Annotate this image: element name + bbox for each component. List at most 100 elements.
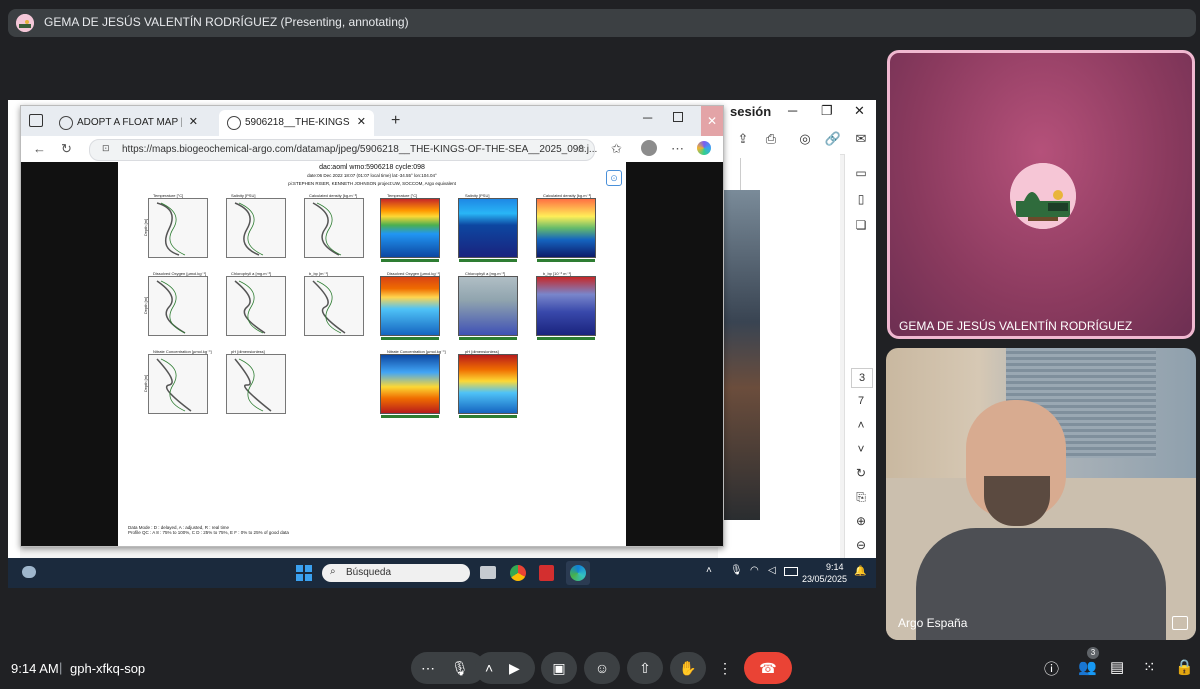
maximize-icon[interactable] — [673, 112, 683, 122]
mic-control[interactable]: ⋯ 🎙 — [411, 652, 485, 684]
zoom-in-icon[interactable]: ⊕ — [851, 512, 871, 530]
task-view-icon[interactable] — [480, 566, 496, 579]
end-call-button[interactable]: ☎ — [744, 652, 792, 684]
close-window-icon[interactable]: ✕ — [701, 106, 723, 136]
raise-hand-button[interactable]: ✋ — [670, 652, 706, 684]
close-tab-icon[interactable]: ✕ — [357, 115, 366, 128]
chrome-icon[interactable] — [510, 565, 526, 581]
profile-panel: Temperature [°C] Depth [m] — [143, 193, 208, 258]
wifi-icon[interactable]: ◠ — [750, 565, 759, 576]
profile-panel: Nitrate Concentration [µmol.kg⁻¹] Depth [… — [143, 349, 212, 414]
presenter-bar: GEMA DE JESÚS VALENTÍN RODRÍGUEZ (Presen… — [8, 9, 1196, 37]
link-icon[interactable]: 🔗 — [824, 130, 842, 148]
star-icon[interactable]: ☆ — [576, 142, 586, 155]
camera-control[interactable]: ˄ ▶ — [475, 652, 535, 684]
back-icon[interactable]: ← — [33, 141, 46, 156]
tab-adopt-a-float[interactable]: ADOPT A FLOAT MAP | Global ma ✕ — [51, 110, 206, 136]
zoom-out-icon[interactable]: ⊖ — [851, 536, 871, 554]
profile-title: b_bp [m⁻¹] — [309, 271, 329, 276]
mail-icon[interactable]: ✉ — [852, 130, 870, 148]
host-controls-icon[interactable]: 🔒 — [1175, 658, 1194, 676]
page-current[interactable]: 3 — [851, 368, 873, 388]
more-options-button[interactable]: ⋮ — [713, 652, 737, 684]
chevron-up-icon[interactable]: ˄ — [851, 416, 871, 434]
section-panel: Nitrate Concentration [µmol.kg⁻¹] — [380, 349, 446, 418]
restore-icon[interactable]: ❐ — [821, 103, 833, 119]
profile-panel: Calculated density [kg.m⁻³] — [304, 193, 364, 258]
chat-icon[interactable]: ▤ — [1110, 658, 1124, 676]
participant-tile-gema[interactable]: GEMA DE JESÚS VALENTÍN RODRÍGUEZ — [887, 50, 1195, 339]
reactions-button[interactable]: ☺ — [584, 652, 620, 684]
section-title: Salinity [PSU] — [465, 193, 490, 198]
windows-taskbar: ⌕ Búsqueda ˄ 🎙 ◠ ◁ 9:14 23/05/2025 🔔 — [8, 558, 876, 588]
hand-icon: ✋ — [679, 660, 697, 676]
upload-icon[interactable]: ⇪ — [734, 130, 752, 148]
close-icon[interactable]: ✕ — [854, 103, 865, 119]
tab-strip: ADOPT A FLOAT MAP | Global ma ✕ 5906218_… — [21, 106, 723, 136]
copy-icon[interactable]: ❏ — [851, 216, 871, 234]
y-axis-label: Depth [m] — [143, 374, 149, 393]
lock-icon: ⊡ — [102, 143, 110, 153]
minimize-icon[interactable]: ─ — [643, 110, 652, 125]
more-icon[interactable]: ⋯ — [671, 141, 684, 157]
participant-tile-argo[interactable]: Argo España — [886, 348, 1196, 640]
profile-panel: b_bp [m⁻¹] — [304, 271, 364, 336]
participant-avatar — [1010, 163, 1076, 229]
section-title: Calculated density [kg.m⁻³] — [543, 193, 592, 198]
mic-icon[interactable]: 🎙 — [730, 565, 743, 576]
windows-start-icon[interactable] — [296, 565, 312, 581]
profile-title: Temperature [°C] — [153, 193, 184, 198]
more-vert-icon: ⋮ — [718, 660, 732, 676]
battery-icon[interactable] — [784, 567, 798, 576]
minimize-icon[interactable]: ─ — [788, 103, 797, 118]
comment-icon[interactable]: ▭ — [851, 164, 871, 182]
bookmark-icon[interactable]: ▯ — [851, 190, 871, 208]
profile-panel: Salinity [PSU] — [226, 193, 286, 258]
taskbar-date[interactable]: 23/05/2025 — [802, 574, 847, 584]
profile-panel: Dissolved Oxygen [µmol.kg⁻¹] Depth [m] — [143, 271, 208, 336]
visual-search-icon[interactable]: ⊙ — [606, 170, 622, 186]
present-button[interactable]: ⇧ — [627, 652, 663, 684]
share-user-icon[interactable]: ◎ — [796, 130, 814, 148]
rotate-icon[interactable]: ↻ — [851, 464, 871, 482]
more-camera-options-icon[interactable]: ˄ — [485, 652, 493, 684]
notification-icon[interactable]: 🔔 — [854, 566, 866, 577]
section-panel: Temperature [°C] — [380, 193, 440, 262]
print-icon[interactable]: ⎙ — [762, 130, 780, 148]
export-icon[interactable]: ⎘ — [851, 488, 871, 506]
section-title: Chlorophyll a [mg.m⁻³] — [465, 271, 506, 276]
edge-app-button[interactable] — [566, 561, 590, 585]
reload-icon[interactable]: ↻ — [61, 141, 72, 157]
tray-chevron-icon[interactable]: ˄ — [706, 565, 712, 576]
acrobat-icon[interactable] — [539, 565, 554, 581]
people-icon[interactable]: 👥 — [1078, 658, 1097, 676]
new-tab-icon[interactable]: + — [391, 112, 400, 130]
url-input[interactable]: ⊡ https://maps.biogeochemical-argo.com/d… — [89, 139, 597, 161]
presenter-label: GEMA DE JESÚS VALENTÍN RODRÍGUEZ (Presen… — [44, 15, 409, 29]
volume-icon[interactable]: ◁ — [768, 565, 776, 576]
section-title: pH [dimensionless] — [465, 349, 499, 354]
tab-float-map-image[interactable]: 5906218__THE-KINGS-OF-THE-SE ✕ — [219, 110, 374, 136]
qc-bar — [381, 337, 439, 340]
plot-subtitle-1: date:06 Dec 2022 18:07 (01:07 local time… — [307, 173, 437, 178]
section-panel: Salinity [PSU] — [458, 193, 518, 262]
activities-icon[interactable]: ⁙ — [1143, 658, 1156, 676]
weather-icon[interactable] — [22, 566, 36, 578]
meeting-info-icon[interactable]: ⓘ — [1044, 658, 1059, 679]
taskbar-search[interactable]: ⌕ Búsqueda — [322, 564, 470, 582]
pin-tile-icon[interactable] — [1172, 616, 1188, 630]
profile-avatar[interactable] — [641, 140, 657, 156]
close-tab-icon[interactable]: ✕ — [189, 115, 198, 128]
qc-bar — [537, 337, 595, 340]
favorites-icon[interactable]: ✩ — [611, 141, 622, 157]
microphone-icon[interactable]: 🎙 — [451, 652, 469, 684]
chevron-down-icon[interactable]: ˅ — [851, 440, 871, 458]
browser-viewport: dac:aoml wmo:5906218 cycle:098 date:06 D… — [21, 162, 723, 546]
pdf-sidebar: ▭ ▯ ❏ 3 7 ˄ ˅ ↻ ⎘ ⊕ ⊖ — [844, 154, 876, 558]
more-mic-options-icon[interactable]: ⋯ — [421, 652, 435, 684]
tab-actions-icon[interactable] — [29, 114, 43, 127]
taskbar-time[interactable]: 9:14 — [826, 562, 844, 572]
camera-icon[interactable]: ▶ — [509, 652, 520, 684]
copilot-icon[interactable] — [697, 141, 711, 155]
captions-button[interactable]: ▣ — [541, 652, 577, 684]
